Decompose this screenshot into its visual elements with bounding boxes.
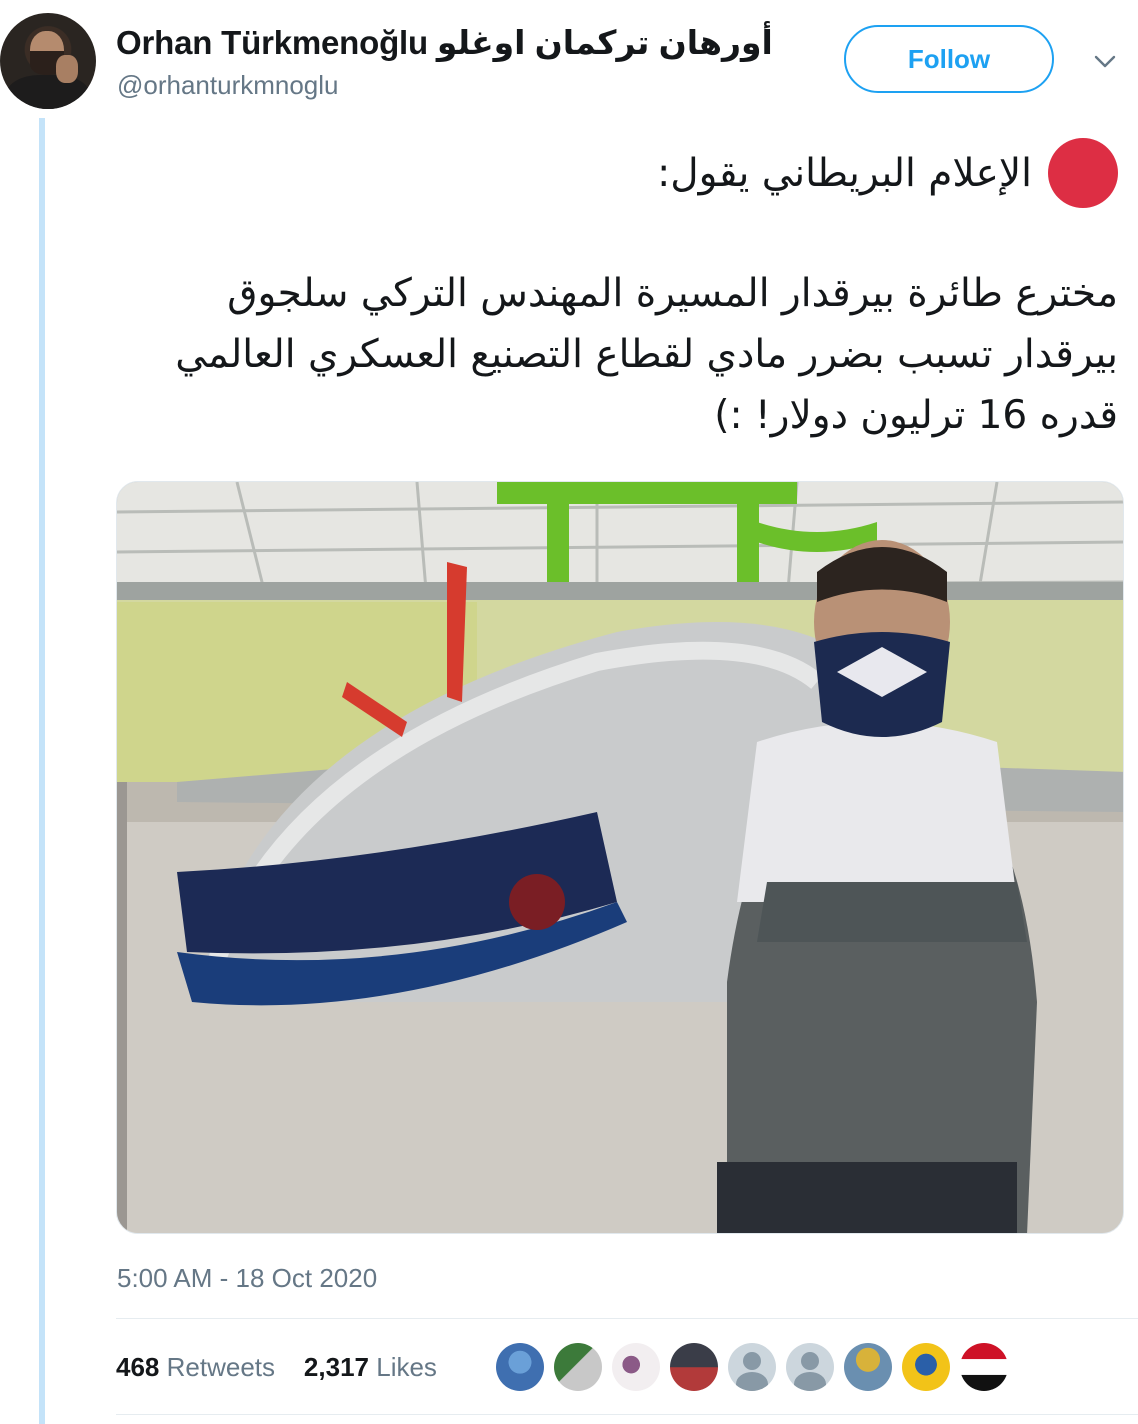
default-avatar-head [743,1352,761,1370]
liker-avatar[interactable] [670,1343,718,1391]
retweets-count: 468 [116,1352,160,1382]
liker-avatar[interactable] [844,1343,892,1391]
user-handle[interactable]: @orhanturkmnoglu [117,70,339,101]
liker-avatar[interactable] [902,1343,950,1391]
tweet-timestamp[interactable]: 5:00 AM - 18 Oct 2020 [117,1263,377,1294]
liker-avatar[interactable] [960,1343,1008,1391]
avatar-body [6,75,90,109]
tweet-stats: 468 Retweets 2,317 Likes [116,1352,437,1383]
tweet-text: الإعلام البريطاني يقول: مخترع طائرة بيرق… [120,138,1118,446]
likes-label: Likes [376,1352,437,1382]
default-avatar-head [801,1352,819,1370]
photo-illustration [117,482,1123,1233]
liker-avatar[interactable] [786,1343,834,1391]
likes-count: 2,317 [303,1352,369,1382]
retweets-label: Retweets [166,1352,276,1382]
retweets-stat[interactable]: 468 Retweets [116,1352,275,1382]
default-avatar-body [736,1372,768,1391]
liker-avatar[interactable] [496,1343,544,1391]
thread-line [39,118,45,1424]
tweet-photo[interactable] [116,481,1124,1234]
likers-avatars [496,1343,1008,1391]
liker-avatar[interactable] [728,1343,776,1391]
tweet-line-1: الإعلام البريطاني يقول: [120,138,1118,208]
follow-button[interactable]: Follow [844,25,1054,93]
red-circle-emoji [1048,138,1118,208]
likes-stat[interactable]: 2,317 Likes [304,1352,437,1382]
default-avatar-body [794,1372,826,1391]
display-name[interactable]: Orhan Türkmenoğlu أورهان تركمان اوغلو [116,23,773,62]
liker-avatar[interactable] [612,1343,660,1391]
avatar-hand [56,55,78,83]
tweet-paragraph: مخترع طائرة بيرقدار المسيرة المهندس التر… [175,271,1118,438]
divider [116,1318,1138,1319]
divider [116,1414,1138,1415]
tweet-line-1-text: الإعلام البريطاني يقول: [657,150,1032,196]
chevron-down-icon[interactable] [1092,48,1118,74]
liker-avatar[interactable] [554,1343,602,1391]
avatar[interactable] [0,13,96,109]
